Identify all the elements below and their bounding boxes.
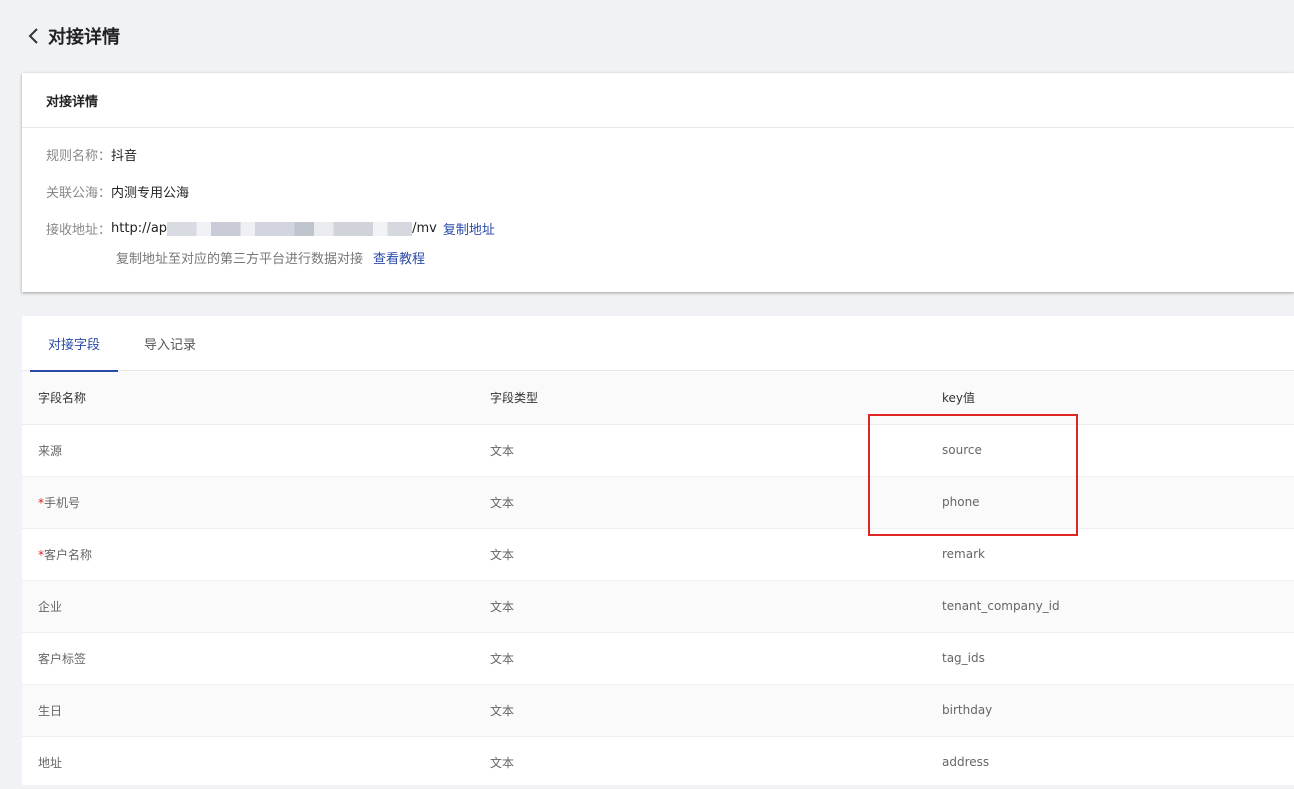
address-prefix: http://ap	[111, 221, 168, 236]
table-row: 企业 文本 tenant_company_id	[22, 580, 1294, 633]
field-type: 文本	[474, 736, 926, 789]
table-row: 客户标签 文本 tag_ids	[22, 632, 1294, 685]
field-type: 文本	[474, 580, 926, 633]
address-row: 接收地址： http://ap /mv 复制地址	[46, 219, 495, 238]
field-name: *客户名称	[22, 528, 474, 581]
field-key: remark	[926, 528, 1294, 581]
card-title: 对接详情	[22, 73, 1294, 128]
chevron-left-icon[interactable]	[28, 27, 42, 45]
page-header: 对接详情	[6, 0, 1294, 72]
field-name: 企业	[22, 580, 474, 633]
table-row: 地址 文本 address	[22, 736, 1294, 789]
header-field-name: 字段名称	[22, 371, 474, 425]
field-name-text: 来源	[38, 443, 63, 458]
field-key: source	[926, 424, 1294, 477]
field-key: phone	[926, 476, 1294, 529]
table-row: *手机号 文本 phone	[22, 476, 1294, 529]
header-key: key值	[926, 371, 1294, 425]
field-type: 文本	[474, 632, 926, 685]
field-name-text: 地址	[38, 755, 63, 770]
rule-name-row: 规则名称： 抖音	[46, 145, 137, 164]
field-key: tag_ids	[926, 632, 1294, 685]
field-type: 文本	[474, 684, 926, 737]
address-suffix: /mv	[412, 221, 437, 236]
field-name-text: 客户名称	[44, 547, 93, 562]
hint-text: 复制地址至对应的第三方平台进行数据对接	[116, 252, 364, 267]
field-type: 文本	[474, 476, 926, 529]
rule-name-label: 规则名称：	[46, 149, 112, 164]
page-title: 对接详情	[48, 27, 120, 48]
field-name-text: 企业	[38, 599, 63, 614]
field-key: tenant_company_id	[926, 580, 1294, 633]
field-name: 地址	[22, 736, 474, 789]
sea-value: 内测专用公海	[111, 186, 190, 201]
copy-address-link[interactable]: 复制地址	[443, 219, 495, 238]
fields-table: 字段名称 字段类型 key值 来源 文本 source *手机号 文本 phon…	[22, 371, 1294, 789]
field-name-text: 客户标签	[38, 651, 87, 666]
view-tutorial-link[interactable]: 查看教程	[373, 248, 425, 267]
field-key: birthday	[926, 684, 1294, 737]
rule-name-value: 抖音	[111, 149, 138, 164]
field-key: address	[926, 736, 1294, 789]
field-name: 客户标签	[22, 632, 474, 685]
tab-bar: 对接字段 导入记录	[22, 316, 1294, 372]
tab-import-records[interactable]: 导入记录	[118, 316, 222, 371]
field-type: 文本	[474, 424, 926, 477]
sea-row: 关联公海： 内测专用公海	[46, 182, 189, 201]
field-name: 来源	[22, 424, 474, 477]
table-row: *客户名称 文本 remark	[22, 528, 1294, 581]
field-name: *手机号	[22, 476, 474, 529]
field-type: 文本	[474, 528, 926, 581]
tab-fields[interactable]: 对接字段	[30, 316, 118, 372]
sea-label: 关联公海：	[46, 186, 112, 201]
field-name-text: 生日	[38, 703, 63, 718]
detail-card: 对接详情 规则名称： 抖音 关联公海： 内测专用公海 接收地址： http://…	[22, 73, 1294, 292]
field-name: 生日	[22, 684, 474, 737]
redacted-address	[167, 221, 413, 236]
fields-panel: 对接字段 导入记录 字段名称 字段类型 key值 来源 文本 source *手…	[22, 316, 1294, 789]
table-row: 生日 文本 birthday	[22, 684, 1294, 737]
hint-row: 复制地址至对应的第三方平台进行数据对接 查看教程	[116, 248, 425, 267]
table-row: 来源 文本 source	[22, 424, 1294, 477]
field-name-text: 手机号	[44, 495, 81, 510]
address-label: 接收地址：	[46, 223, 112, 238]
header-field-type: 字段类型	[474, 371, 926, 425]
